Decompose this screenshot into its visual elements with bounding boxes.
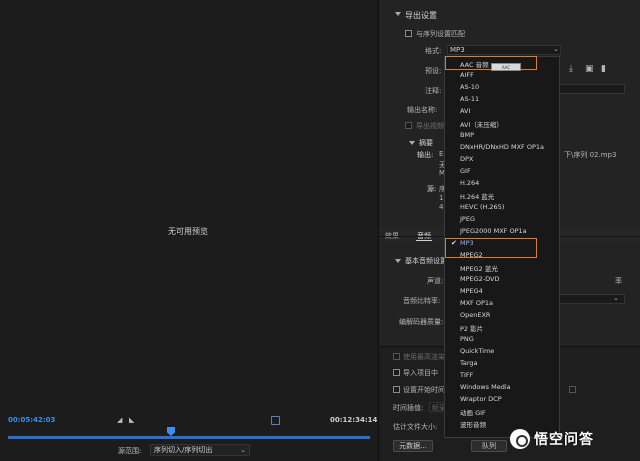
- preset-label: 预设:: [425, 67, 442, 75]
- format-option[interactable]: DPX: [460, 155, 473, 163]
- format-option[interactable]: QuickTime: [460, 347, 494, 355]
- format-option[interactable]: TIFF: [460, 371, 473, 379]
- metadata-button[interactable]: 元数据...: [393, 440, 433, 452]
- est-size-label: 估计文件大小:: [393, 423, 438, 431]
- import-project-label: 导入项目中: [403, 369, 438, 377]
- import-preset-icon[interactable]: ▣: [585, 64, 594, 74]
- watermark-text: 悟空问答: [534, 432, 594, 448]
- set-start-tc-checkbox[interactable]: [393, 386, 400, 393]
- active-tab-indicator: [416, 240, 432, 241]
- source-range-select[interactable]: 序列切入/序列切出 ⌄: [150, 444, 250, 456]
- queue-button[interactable]: 队列: [471, 440, 507, 452]
- export-video-label: 导出视频: [416, 122, 444, 130]
- format-option[interactable]: AS-10: [460, 83, 479, 91]
- delete-preset-icon[interactable]: ▮: [601, 64, 606, 74]
- bitrate-label: 音频比特率:: [403, 297, 441, 305]
- format-select[interactable]: MP3: [447, 45, 561, 55]
- codec-quality-label: 编解码器质量:: [399, 318, 444, 326]
- render-alpha-checkbox[interactable]: [569, 386, 576, 393]
- format-option[interactable]: HEVC (H.265): [460, 203, 504, 211]
- format-option[interactable]: PNG: [460, 335, 474, 343]
- format-option[interactable]: AS-11: [460, 95, 479, 103]
- format-option[interactable]: Windows Media: [460, 383, 511, 391]
- comment-field[interactable]: [559, 84, 625, 94]
- collapse-icon[interactable]: [395, 12, 401, 16]
- format-option[interactable]: Wraptor DCP: [460, 395, 502, 403]
- summary-title: 摘要: [419, 139, 433, 147]
- format-option[interactable]: MPEG2-DVD: [460, 275, 500, 283]
- format-option[interactable]: P2 影片: [460, 323, 483, 333]
- format-option[interactable]: GIF: [460, 167, 471, 175]
- highlight-mp3: [445, 238, 537, 258]
- format-option[interactable]: AIFF: [460, 71, 474, 79]
- format-option[interactable]: AVI（未压缩）: [460, 119, 503, 129]
- save-preset-icon[interactable]: ⤓: [569, 64, 573, 74]
- format-option[interactable]: 波形音频: [460, 419, 486, 429]
- comment-label: 注释:: [425, 87, 442, 95]
- playhead-icon[interactable]: [167, 427, 175, 436]
- no-preview-message: 无可用预览: [168, 227, 208, 236]
- format-option[interactable]: JPEG: [460, 215, 475, 223]
- format-option[interactable]: BMP: [460, 131, 474, 139]
- export-video-checkbox[interactable]: [405, 122, 412, 129]
- format-option[interactable]: H.264 蓝光: [460, 191, 494, 201]
- chevron-down-icon: ⌄: [553, 45, 559, 53]
- source-range-value: 序列切入/序列切出: [154, 446, 213, 454]
- audio-section-toggle-icon[interactable]: [395, 259, 401, 263]
- source-label: 源:: [427, 185, 437, 193]
- format-option[interactable]: MXF OP1a: [460, 299, 493, 307]
- mark-in-icon[interactable]: ◢: [117, 416, 123, 424]
- channels-label: 声道:: [427, 277, 444, 285]
- source-range-label: 源范围:: [118, 447, 142, 455]
- max-render-checkbox[interactable]: [393, 353, 400, 360]
- timecode-out: 00:12:34:14: [330, 416, 378, 424]
- format-option[interactable]: Targa: [460, 359, 478, 367]
- format-option[interactable]: DNxHR/DNxHD MXF OP1a: [460, 143, 544, 151]
- audio-section-title: 基本音频设置: [405, 257, 447, 265]
- mark-out-icon[interactable]: ◣: [129, 416, 135, 424]
- format-option[interactable]: MPEG2 蓝光: [460, 263, 498, 273]
- bitrate-hint: 率: [615, 277, 622, 285]
- format-option[interactable]: 动画 GIF: [460, 407, 486, 417]
- format-option[interactable]: AVI: [460, 107, 470, 115]
- format-label: 格式:: [425, 47, 442, 55]
- match-sequence-checkbox[interactable]: [405, 30, 412, 37]
- format-option[interactable]: OpenEXR: [460, 311, 490, 319]
- format-option[interactable]: JPEG2000 MXF OP1a: [460, 227, 527, 235]
- output-label: 输出:: [417, 151, 434, 159]
- format-option[interactable]: H.264: [460, 179, 479, 187]
- scrub-bar[interactable]: [8, 436, 370, 439]
- tooltip: AAC: [491, 63, 521, 71]
- fit-icon[interactable]: [271, 416, 280, 425]
- import-project-checkbox[interactable]: [393, 369, 400, 376]
- summary-toggle-icon[interactable]: [409, 141, 415, 145]
- format-option[interactable]: MPEG4: [460, 287, 483, 295]
- format-value: MP3: [450, 46, 465, 54]
- chevron-down-icon: ⌄: [613, 294, 619, 302]
- preview-panel: 无可用预览 00:05:42:03 ◢ ◣ 00:12:34:14 源范围: 序…: [0, 0, 378, 461]
- wukong-logo-icon: [510, 429, 530, 449]
- time-interp-label: 时间插值:: [393, 404, 424, 412]
- match-sequence-label: 与序列设置匹配: [416, 30, 465, 38]
- watermark: 悟空问答: [510, 428, 594, 450]
- export-settings-title: 导出设置: [405, 11, 437, 20]
- chevron-down-icon: ⌄: [240, 446, 246, 454]
- timecode-in[interactable]: 00:05:42:03: [8, 416, 55, 424]
- output-name-label: 输出名称:: [407, 106, 438, 114]
- output-name: 下\序列 02.mp3: [564, 151, 617, 159]
